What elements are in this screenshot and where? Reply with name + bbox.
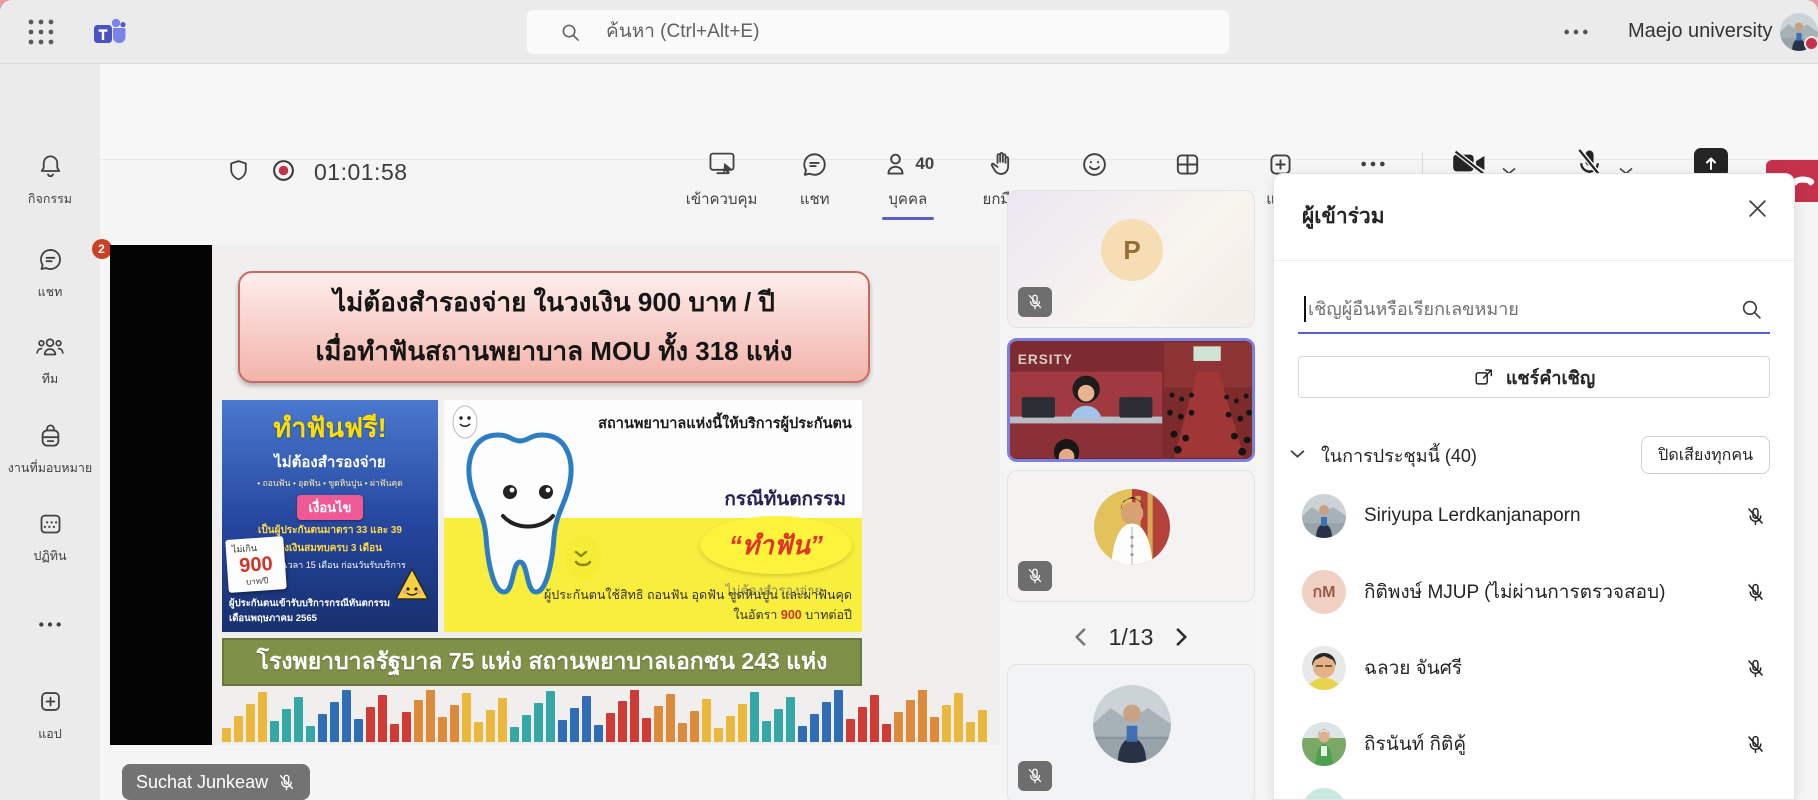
text-caret xyxy=(1304,296,1306,322)
tile-mic-muted-badge xyxy=(1018,287,1052,317)
in-meeting-section-header: ในการประชุมนี้ (40) ปิดเสียงทุกคน xyxy=(1290,434,1770,476)
participant-mic-muted-icon[interactable] xyxy=(1745,582,1766,603)
person-icon: 40 xyxy=(881,148,934,180)
svg-text:ERSITY: ERSITY xyxy=(1018,352,1073,367)
tooth-mascot-icon xyxy=(458,420,608,615)
share-invite-button[interactable]: แชร์คำเชิญ xyxy=(1298,356,1770,398)
pager-position: 1/13 xyxy=(1109,624,1154,651)
chevron-down-icon[interactable] xyxy=(1290,446,1305,464)
participants-list: Siriyupa Lerdkanjanaporn กM กิติพงษ์ MJU… xyxy=(1274,478,1794,782)
search-icon xyxy=(1741,299,1762,320)
video-strip-pager: 1/13 xyxy=(1007,620,1255,654)
slide-poster-right: สถานพยาบาลแห่งนี้ให้บริการผู้ประกันตน กร… xyxy=(444,400,862,632)
search-icon xyxy=(561,23,580,42)
participant-tile-photo[interactable] xyxy=(1007,664,1255,800)
participant-row[interactable]: ฉลวย จันศรี xyxy=(1274,630,1794,706)
app-sidebar: กิจกรรม 2 แชท ทีม xyxy=(0,64,100,800)
participants-panel: ผู้เข้าร่วม แชร์คำเชิญ ในการประชุมนี้ (4… xyxy=(1273,173,1795,800)
teams-logo-icon xyxy=(92,16,126,48)
mute-all-button[interactable]: ปิดเสียงทุกคน xyxy=(1641,436,1770,474)
avatar-photo xyxy=(1093,685,1171,763)
sidebar-item-chat[interactable]: 2 แชท xyxy=(0,246,100,302)
sidebar-item-apps[interactable]: แอป xyxy=(0,688,100,744)
share-invite-icon xyxy=(1473,366,1495,388)
invite-input[interactable] xyxy=(1308,299,1741,320)
poster-left-footer: ผู้ประกันตนเข้ารับบริการกรณีทันตกรรม เดื… xyxy=(229,596,390,626)
chat-unread-badge: 2 xyxy=(92,239,112,259)
presence-busy-dot xyxy=(1804,36,1818,51)
avatar-initial: P xyxy=(1101,219,1163,281)
sidebar-item-teams[interactable]: ทีม xyxy=(0,334,100,389)
slide-footer-bar: โรงพยาบาลรัฐบาล 75 แห่ง สถานพยาบาลเอกชน … xyxy=(222,638,862,686)
meeting-chat-button[interactable]: แชท xyxy=(768,148,861,216)
tile-mic-muted-badge xyxy=(1018,761,1052,791)
participant-mic-muted-icon[interactable] xyxy=(1745,506,1766,527)
participant-mic-muted-icon[interactable] xyxy=(1745,658,1766,679)
more-dots-icon xyxy=(37,620,63,629)
account-name[interactable]: Maejo university xyxy=(1628,20,1773,43)
avatar xyxy=(1302,788,1346,800)
shared-screen-stage[interactable]: ไม่ต้องสำรองจ่าย ในวงเงิน 900 บาท / ปี เ… xyxy=(110,245,1000,745)
app-launcher-icon[interactable] xyxy=(26,17,56,47)
sidebar-item-assignments[interactable]: งานที่มอบหมาย xyxy=(0,422,100,478)
pager-next-icon[interactable] xyxy=(1175,627,1188,647)
avatar xyxy=(1302,494,1346,538)
price-tag: ไม่เกิน 900 บาท/ปี xyxy=(225,536,287,593)
participant-row[interactable]: กM กิติพงษ์ MJUP (ไม่ผ่านการตรวจสอบ) xyxy=(1274,554,1794,630)
topbar-more-options-icon[interactable] xyxy=(1562,20,1594,44)
meeting-toolbar: 01:01:58 เข้าควบคุม xyxy=(100,64,1818,160)
teams-people-icon xyxy=(35,334,65,360)
avatar xyxy=(1302,722,1346,766)
participant-mic-muted-icon[interactable] xyxy=(1745,734,1766,755)
speaker-video: ERSITY xyxy=(1010,341,1252,459)
raise-hand-icon xyxy=(987,148,1015,180)
avatar-initials: กM xyxy=(1302,570,1346,614)
take-control-icon xyxy=(707,148,737,180)
invite-input-wrap xyxy=(1298,286,1770,334)
bell-icon xyxy=(37,153,64,180)
tile-mic-muted-badge xyxy=(1018,561,1052,591)
meeting-timer: 01:01:58 xyxy=(314,159,408,186)
teams-meeting-window: Maejo university กิจกรรม xyxy=(0,0,1818,800)
presentation-slide: ไม่ต้องสำรองจ่าย ในวงเงิน 900 บาท / ปี เ… xyxy=(212,245,1000,745)
mascot-icon xyxy=(394,567,430,608)
participant-row[interactable]: Siriyupa Lerdkanjanaporn xyxy=(1274,478,1794,554)
search-input[interactable] xyxy=(606,21,1229,43)
participant-tile-initial[interactable]: P xyxy=(1007,190,1255,328)
people-button[interactable]: 40 บุคคล xyxy=(861,148,954,216)
backpack-icon xyxy=(37,422,64,449)
mic-muted-icon xyxy=(277,773,296,792)
panel-divider xyxy=(1274,260,1794,261)
global-search xyxy=(527,10,1229,54)
active-speaker-video-tile[interactable]: ERSITY xyxy=(1007,338,1255,462)
recording-indicator-icon xyxy=(271,158,296,188)
slide-poster-left: ทำฟันฟรี! ไม่ต้องสำรองจ่าย • ถอนฟัน • อุ… xyxy=(222,400,438,632)
meeting-security-shield-icon[interactable] xyxy=(226,158,251,188)
calendar-icon xyxy=(37,510,64,537)
presenter-name: Suchat Junkeaw xyxy=(136,772,268,793)
chat-bubble-icon xyxy=(800,148,829,180)
participant-tile-photo[interactable] xyxy=(1007,470,1255,602)
dental-bubble: “ทำฟัน” xyxy=(700,516,852,574)
apps-plus-icon xyxy=(37,688,64,715)
participant-row[interactable]: ถิรนันท์ กิติคู้ xyxy=(1274,706,1794,782)
sidebar-item-activity[interactable]: กิจกรรม xyxy=(0,153,100,209)
equalizer-bars xyxy=(222,690,994,742)
chat-icon xyxy=(37,246,64,273)
close-icon[interactable] xyxy=(1747,198,1768,224)
pager-previous-icon[interactable] xyxy=(1074,627,1087,647)
sidebar-item-calendar[interactable]: ปฏิทิน xyxy=(0,510,100,566)
slide-banner: ไม่ต้องสำรองจ่าย ในวงเงิน 900 บาท / ปี เ… xyxy=(238,271,870,383)
avatar xyxy=(1302,646,1346,690)
view-grid-icon xyxy=(1173,148,1202,180)
take-control-button[interactable]: เข้าควบคุม xyxy=(675,148,768,216)
panel-title: ผู้เข้าร่วม xyxy=(1302,200,1385,233)
presenter-name-pill: Suchat Junkeaw xyxy=(122,764,310,800)
smiley-icon xyxy=(1080,148,1109,180)
top-bar: Maejo university xyxy=(0,0,1818,64)
people-count: 40 xyxy=(915,154,934,174)
sidebar-more-button[interactable] xyxy=(0,616,100,634)
avatar-photo xyxy=(1094,489,1170,565)
